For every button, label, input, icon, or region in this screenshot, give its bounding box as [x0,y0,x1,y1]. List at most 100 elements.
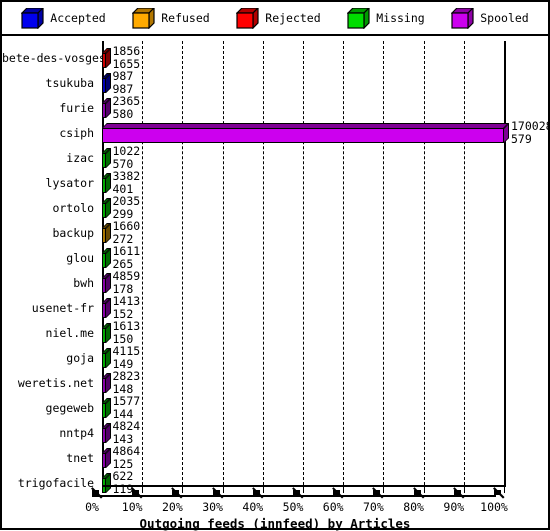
legend-item-accepted: Accepted [21,8,106,29]
bar-side-face [105,98,111,118]
legend-item-rejected: Rejected [236,8,321,29]
y-axis-label: nntp4 [59,426,94,440]
bar-value-labels: 2035 299 [113,195,141,220]
x-axis-tick [423,485,425,493]
bar-front-face [102,153,106,168]
x-axis-tick-label: 60% [322,500,344,514]
x-axis-tick [343,485,345,493]
bar-value-total: 1660 [112,219,141,233]
bar-side-face [105,248,111,268]
bar-row: 4859 178 [102,269,506,296]
cube-icon [347,8,371,29]
bar-front-face [102,128,504,143]
bar-side-face [105,398,111,418]
legend-item-missing: Missing [347,8,425,29]
x-axis-tick-label: 10% [121,500,143,514]
bar [102,423,111,443]
bar-value-total: 1577 [112,394,141,408]
bar-row: 2365 580 [102,95,506,121]
bar-value-total: 2365 [112,94,141,108]
bar-side-face [105,223,111,243]
y-axis-label: lysator [45,176,94,190]
bar-value-total: 1413 [112,294,141,308]
bar-value-articles: 148 [112,381,134,396]
legend-label: Accepted [50,11,106,25]
bar-value-articles: 265 [112,256,134,271]
bar-value-labels: 2365 580 [113,95,141,120]
bar-value-articles: 987 [112,81,134,96]
bar-row: 1700289579 [102,120,550,146]
bar-value-articles: 580 [112,106,134,121]
bar [102,98,111,118]
bar-value-articles: 143 [112,431,134,446]
x-axis-tick-label: 20% [162,500,183,514]
bar [102,223,111,243]
y-axis-labels: bete-des-vosges tsukuba furie csiph izac lysa… [2,46,106,496]
bar-value-labels: 2823 148 [113,370,141,395]
bar-front-face [102,178,106,193]
bar-value-labels: 3382 401 [113,170,141,195]
x-axis-tick [102,485,103,493]
bar-front-face [102,428,106,443]
x-axis-tick [463,485,465,493]
bar-value-total: 2035 [112,194,141,208]
y-axis-label: furie [59,101,94,115]
x-axis-tick-label: 100% [480,500,508,514]
bar-front-face [102,53,106,68]
y-axis-label: usenet-fr [31,301,94,315]
bar-front-face [102,353,106,368]
bar-value-total: 622 [112,469,134,483]
bar-value-total: 4859 [112,269,141,283]
bar-front-face [102,78,106,93]
bar-row: 4115 149 [102,344,506,371]
legend-label: Spooled [480,11,529,25]
y-axis-label: ortolo [52,201,94,215]
bar-row: 2035 299 [102,195,506,221]
bar-row: 3382 401 [102,170,506,196]
bar-value-total: 1611 [112,244,141,258]
bar-value-labels: 987 987 [113,70,134,95]
bar-value-total: 4115 [112,344,141,358]
x-axis-title: Outgoing feeds (innfeed) by Articles [139,516,411,531]
y-axis-label: gegeweb [45,401,94,415]
bar-front-face [102,453,106,468]
bar-front-face [102,203,106,218]
bar [102,48,111,68]
bar [102,198,111,218]
bar-value-total: 1613 [112,319,141,333]
bar-row: 1611 265 [102,244,506,271]
bar-value-articles: 299 [112,206,134,221]
y-axis-label: csiph [59,126,94,140]
bar-value-labels: 1022 570 [113,145,141,170]
bar-side-face [105,48,111,68]
y-axis-label: tnet [66,451,94,465]
y-axis-label: glou [66,251,94,265]
bar-value-total: 1856 [112,44,141,58]
bar [102,298,111,318]
bar-row: 1022 570 [102,145,506,171]
bar-value-labels: 1700289579 [511,120,550,145]
bar-front-face [102,278,106,293]
bar [102,148,111,168]
y-axis-label: niel.me [45,326,94,340]
bar-value-total: 3382 [112,169,141,183]
bar-value-labels: 622 119 [113,470,134,495]
y-axis-label: goja [66,351,94,365]
bar-row: 1856 1655 [102,44,506,71]
bar-side-face [105,173,111,193]
bar-row: 1613 150 [102,319,506,346]
x-axis-tick [504,485,505,493]
bar [102,173,111,193]
bar-side-face [105,323,111,343]
bar-value-total: 4864 [112,444,141,458]
bar-row: 622 119 [102,470,506,496]
bar-front-face [102,228,106,243]
bar [102,448,111,468]
bar-value-total: 4824 [112,419,141,433]
bar-front-face [102,403,106,418]
bar-side-face [105,373,111,393]
chart-plot-area: bete-des-vosges tsukuba furie csiph izac lysa… [2,36,550,531]
bar-side-face [105,473,111,493]
x-axis-tick-label: 30% [202,500,223,514]
bar-row: 2823 148 [102,370,506,396]
